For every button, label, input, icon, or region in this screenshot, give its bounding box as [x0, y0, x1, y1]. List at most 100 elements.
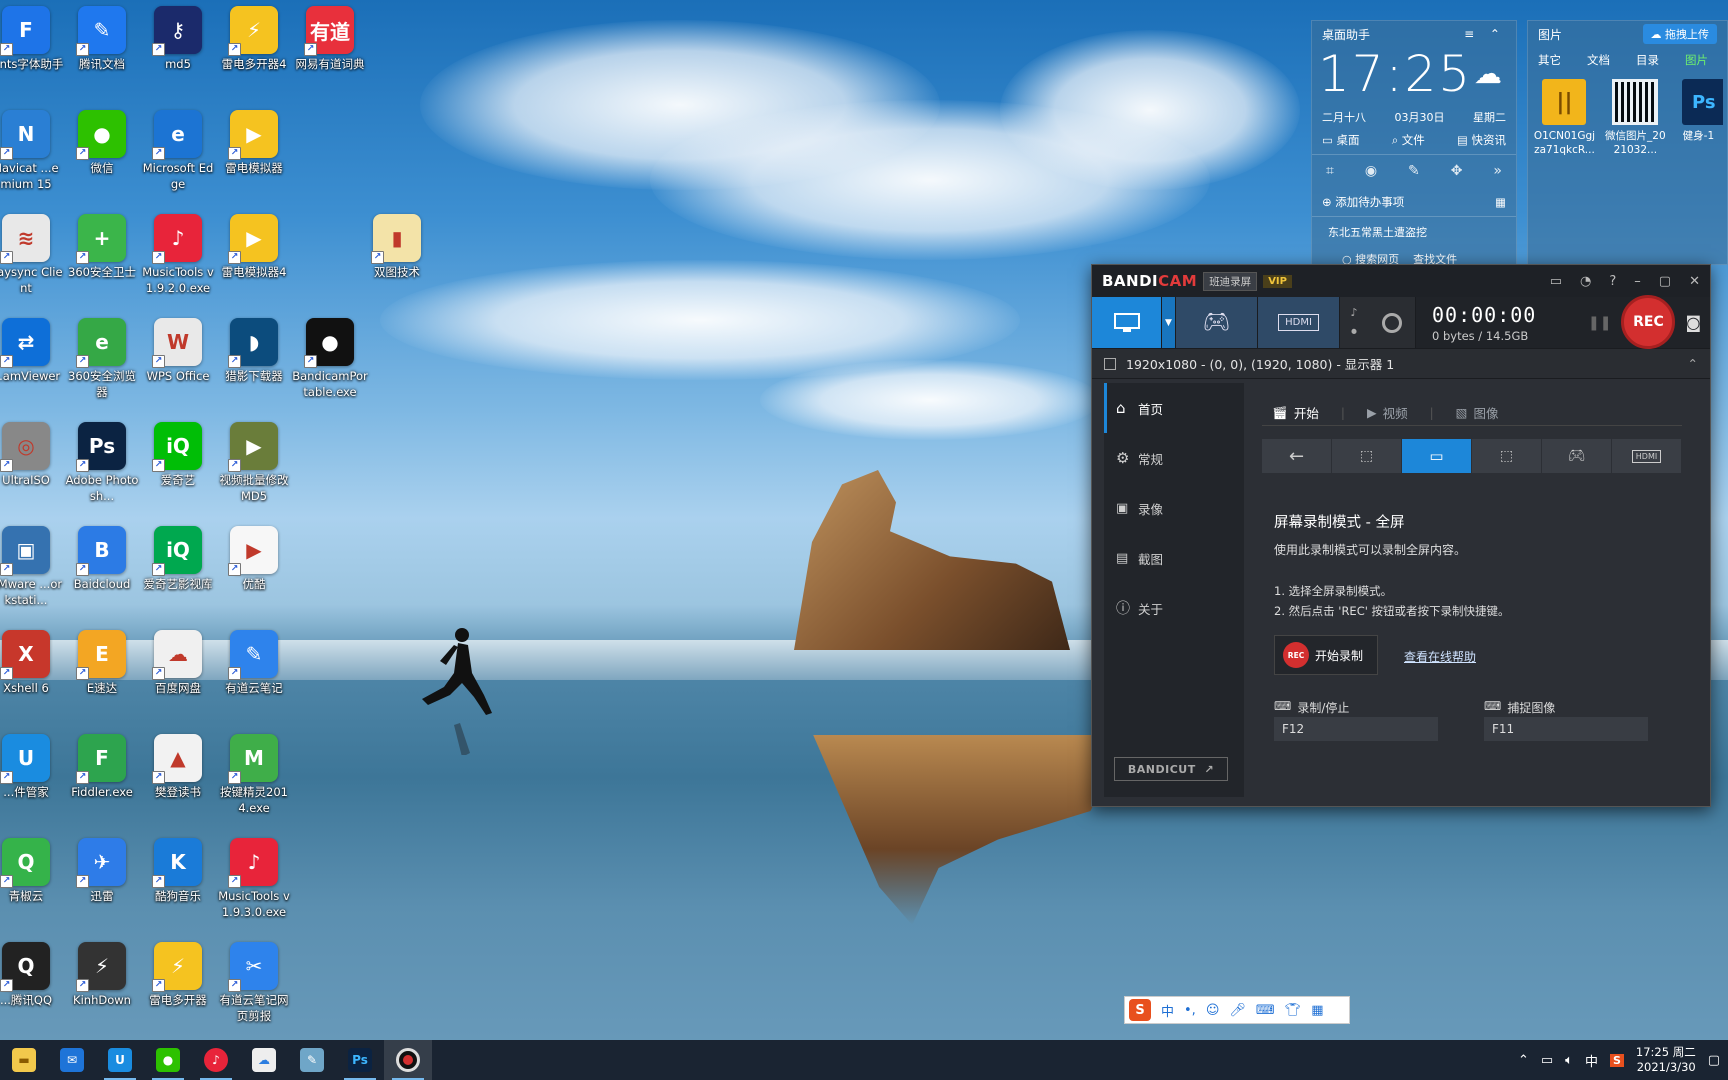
news-item[interactable]: 东北五常黑土遭盗挖 [1328, 224, 1427, 240]
file-item[interactable]: Ps 健身-1 [1674, 79, 1723, 157]
microphone-icon[interactable]: ⏺ [1351, 325, 1357, 339]
taskbar-notes[interactable]: ✎ [288, 1040, 336, 1080]
device-mode-tab-button[interactable]: HDMI [1612, 439, 1682, 473]
desktop-icon[interactable]: ▶ ↗ 雷电模拟器 [214, 106, 294, 202]
help-icon[interactable]: ? [1609, 274, 1616, 289]
move-icon[interactable]: ✥ [1451, 163, 1463, 179]
news-link[interactable]: ▤ 快资讯 [1457, 132, 1506, 148]
start-recording-button[interactable]: REC 开始录制 [1274, 635, 1378, 675]
toolbox-icon[interactable]: ▦ [1311, 1003, 1323, 1018]
desktop-icon[interactable]: ✎ ↗ 腾讯文档 [62, 2, 142, 98]
volume-icon[interactable]: 🔈︎ [1565, 1053, 1573, 1068]
upload-button[interactable]: ☁ 拖拽上传 [1642, 24, 1717, 44]
desktop-icon[interactable]: ♪ ↗ MusicTools v1.9.3.0.exe [214, 834, 294, 930]
tray-ime[interactable]: 中 [1585, 1051, 1598, 1070]
crop-icon[interactable]: ⌗ [1326, 163, 1334, 179]
sogou-logo-icon[interactable]: S [1129, 999, 1151, 1021]
ime-mode[interactable]: 中 [1161, 1001, 1174, 1020]
speaker-icon[interactable]: ♪ [1350, 306, 1357, 319]
desktop-icon[interactable]: F ↗ Fiddler.exe [62, 730, 142, 826]
desktop-icon[interactable]: N↗Navicat ...emium 15 [0, 106, 66, 202]
widget-menu-icon[interactable]: ≡ ⌃ [1464, 27, 1506, 41]
pictures-tab-docs[interactable]: 文档 [1587, 52, 1610, 68]
rec-button[interactable]: REC [1621, 294, 1676, 349]
desktop-icon[interactable]: ✈ ↗ 迅雷 [62, 834, 142, 930]
capture-hotkey-field[interactable]: F11 [1484, 717, 1648, 741]
online-help-link[interactable]: 查看在线帮助 [1404, 648, 1476, 665]
tray-sogou-icon[interactable]: S [1609, 1053, 1624, 1067]
network-icon[interactable]: ▭ [1541, 1053, 1553, 1068]
desktop-icon[interactable]: M ↗ 按键精灵2014.exe [214, 730, 294, 826]
desktop-icon[interactable]: B ↗ Baidcloud [62, 522, 142, 618]
notification-icon[interactable]: ▢ [1708, 1053, 1720, 1068]
desktop-icon[interactable]: ⚡ ↗ KinhDown [62, 938, 142, 1034]
tray-expand-icon[interactable]: ⌃ [1518, 1053, 1529, 1068]
back-arrow-button[interactable]: ← [1262, 439, 1332, 473]
bandicam-titlebar[interactable]: BANDICAM 班迪录屏 VIP ▭ ◔ ? – ▢ ✕ [1092, 265, 1710, 297]
screen-mode-button[interactable] [1092, 297, 1162, 348]
desktop-icon[interactable]: ☁ ↗ 百度网盘 [138, 626, 218, 722]
pause-icon[interactable]: ❚❚ [1588, 315, 1611, 331]
mode-dropdown-button[interactable]: ▼ [1162, 297, 1176, 348]
desktop-icon[interactable]: ⚷ ↗ md5 [138, 2, 218, 98]
desktop-icon[interactable]: E ↗ E速达 [62, 626, 142, 722]
qrcode-icon[interactable]: ▦ [1495, 195, 1506, 209]
taskbar-mail[interactable]: ✉ [48, 1040, 96, 1080]
webcam-icon[interactable] [1381, 312, 1402, 333]
tab-video[interactable]: ▶ 视频 [1367, 403, 1408, 422]
eye-icon[interactable]: ◉ [1365, 163, 1377, 179]
desktop-icon[interactable]: ♪ ↗ MusicTools v1.9.2.0.exe [138, 210, 218, 306]
taskbar-photoshop[interactable]: Ps [336, 1040, 384, 1080]
taskbar-wechat[interactable]: ● [144, 1040, 192, 1080]
soft-keyboard-icon[interactable]: ⌨ [1256, 1003, 1275, 1018]
desktop-icon[interactable]: ≋↗Raysync Client [0, 210, 66, 306]
tab-image[interactable]: ▧ 图像 [1456, 403, 1499, 422]
desktop-icon[interactable]: ✎ ↗ 有道云笔记 [214, 626, 294, 722]
desktop-icon[interactable]: ▶ ↗ 视频批量修改MD5 [214, 418, 294, 514]
record-hotkey-field[interactable]: F12 [1274, 717, 1438, 741]
clock-icon[interactable]: ◔ [1580, 274, 1591, 289]
desktop-icon[interactable]: Q ↗ 青椒云 [0, 834, 66, 930]
cursor-area-button[interactable]: ⬚ [1472, 439, 1542, 473]
more-icon[interactable]: » [1493, 163, 1502, 179]
desktop-icon[interactable]: ▶ ↗ 雷电模拟器4 [214, 210, 294, 306]
pictures-tab-folders[interactable]: 目录 [1636, 52, 1659, 68]
selection-bar[interactable]: 1920x1080 - (0, 0), (1920, 1080) - 显示器 1… [1092, 349, 1710, 379]
game-mode-button[interactable]: 🎮︎ [1176, 297, 1258, 348]
edit-icon[interactable]: ✎ [1408, 163, 1420, 179]
restore-icon[interactable]: ▢ [1659, 274, 1671, 289]
desktop-icon[interactable]: Q ↗ ...腾讯QQ [0, 938, 66, 1034]
desktop-icon[interactable]: ● ↗ 微信 [62, 106, 142, 202]
taskbar-file-explorer[interactable]: ▬ [0, 1040, 48, 1080]
desktop-icon[interactable]: ▣↗VMware ...orkstati... [0, 522, 66, 618]
add-todo-button[interactable]: ⊕ 添加待办事项 [1322, 194, 1404, 210]
desktop-icon[interactable]: iQ ↗ 爱奇艺 [138, 418, 218, 514]
fullscreen-mode-button[interactable]: ▭ [1402, 439, 1472, 473]
desktop-icon[interactable]: ▶ ↗ 优酷 [214, 522, 294, 618]
desktop-icon[interactable]: 有道 ↗ 网易有道词典 [290, 2, 370, 98]
file-item[interactable]: || O1CN01Ggjza71qkcR... [1532, 79, 1597, 157]
desktop-icon[interactable]: ⚡ ↗ 雷电多开器 [138, 938, 218, 1034]
minimize-icon[interactable]: – [1634, 274, 1641, 289]
file-link[interactable]: ⌕ 文件 [1392, 132, 1425, 148]
close-icon[interactable]: ✕ [1689, 274, 1700, 289]
desktop-icon[interactable]: ✂ ↗ 有道云笔记网页剪报 [214, 938, 294, 1034]
device-mode-button[interactable]: HDMI [1258, 297, 1340, 348]
desktop-icon[interactable]: iQ ↗ 爱奇艺影视库 [138, 522, 218, 618]
desktop-icon[interactable]: + ↗ 360安全卫士 [62, 210, 142, 306]
tab-start[interactable]: 🎬︎ 开始 [1272, 403, 1319, 422]
sidebar-item-about[interactable]: ⓘ 关于 [1104, 583, 1244, 633]
region-checkbox-icon[interactable] [1104, 357, 1116, 370]
desktop-icon[interactable]: ▮ ↗ 双图技术 [357, 210, 437, 306]
ime-punct[interactable]: •, [1184, 1003, 1196, 1018]
desktop-icon[interactable]: ▲ ↗ 樊登读书 [138, 730, 218, 826]
taskbar-software-manager[interactable]: U [96, 1040, 144, 1080]
sidebar-item-general[interactable]: ⚙ 常规 [1104, 433, 1244, 483]
sidebar-item-home[interactable]: ⌂ 首页 [1104, 383, 1244, 433]
voice-icon[interactable]: 🎤︎ [1229, 1003, 1246, 1018]
taskbar-bandicam[interactable] [384, 1040, 432, 1080]
desktop-icon[interactable]: ◗ ↗ 猎影下载器 [214, 314, 294, 410]
pictures-tab-images[interactable]: 图片 [1685, 52, 1708, 68]
pictures-tab-other[interactable]: 其它 [1538, 52, 1561, 68]
desktop-icon[interactable]: ◎ ↗ UltraISO [0, 418, 66, 514]
